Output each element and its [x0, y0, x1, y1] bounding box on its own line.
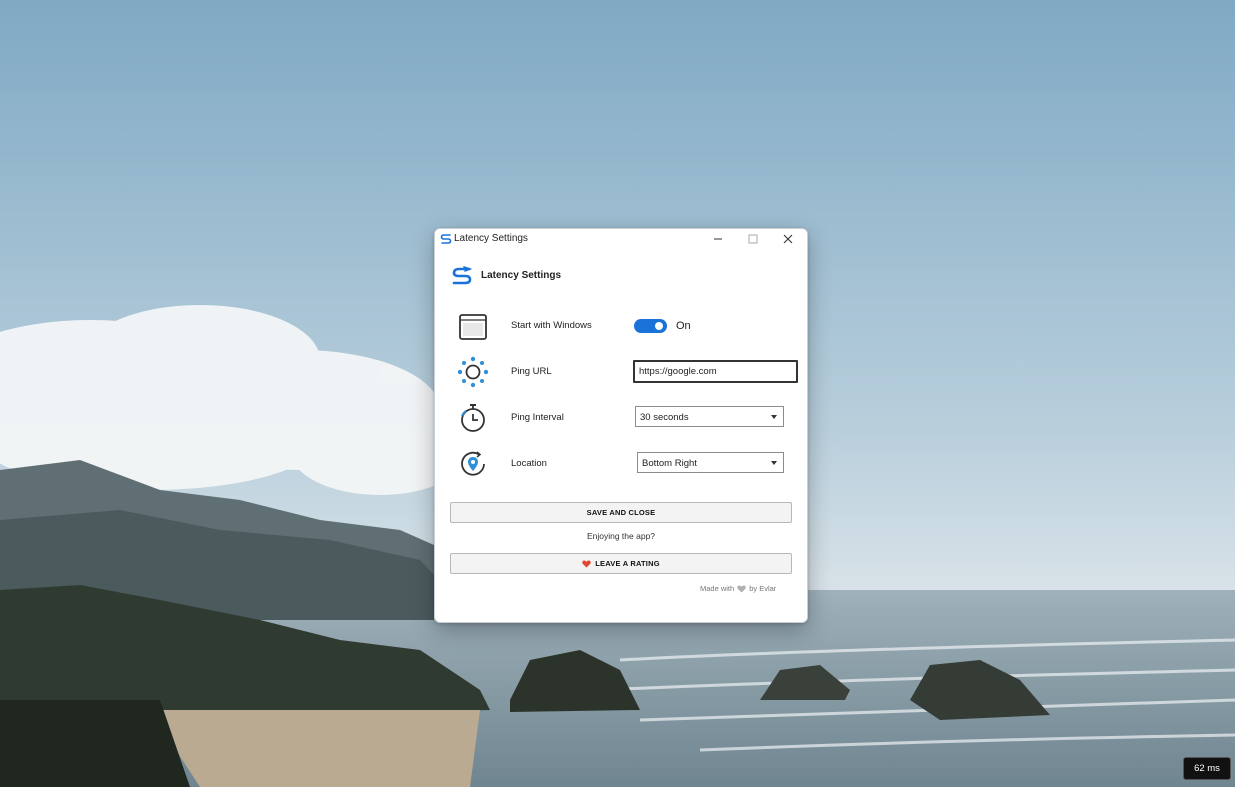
ping-interval-dropdown[interactable]: 30 seconds — [635, 406, 784, 427]
location-label: Location — [511, 458, 547, 469]
close-button[interactable] — [771, 229, 805, 249]
credit-suffix: by Evlar — [749, 584, 777, 593]
rate-button-label: LEAVE A RATING — [595, 559, 660, 568]
ping-url-input[interactable] — [633, 360, 798, 383]
ping-url-label: Ping URL — [511, 366, 552, 377]
enjoying-text: Enjoying the app? — [586, 531, 656, 541]
maximize-icon — [748, 234, 758, 244]
settings-window: Latency Settings Latency Settings Start … — [434, 228, 808, 623]
toggle-knob — [655, 322, 663, 330]
save-and-close-button[interactable]: SAVE AND CLOSE — [450, 502, 792, 523]
latency-app-icon — [440, 234, 452, 244]
page-title: Latency Settings — [481, 270, 562, 281]
start-with-windows-label: Start with Windows — [511, 320, 592, 331]
title-bar[interactable]: Latency Settings — [435, 229, 807, 249]
window-title: Latency Settings — [454, 233, 528, 244]
maximize-button[interactable] — [736, 229, 770, 249]
ping-interval-label: Ping Interval — [511, 412, 564, 423]
window-icon — [459, 314, 487, 340]
latency-logo-icon — [452, 266, 473, 285]
minimize-icon — [714, 238, 722, 240]
location-value: Bottom Right — [642, 458, 697, 469]
location-dropdown[interactable]: Bottom Right — [637, 452, 784, 473]
location-pin-icon — [461, 451, 485, 476]
start-with-windows-toggle[interactable] — [634, 319, 667, 333]
chevron-down-icon — [771, 461, 777, 465]
leave-rating-button[interactable]: LEAVE A RATING — [450, 553, 792, 574]
toggle-state-text: On — [676, 320, 691, 332]
stopwatch-icon — [461, 404, 485, 432]
minimize-button[interactable] — [701, 229, 735, 249]
network-gear-icon — [457, 356, 489, 388]
latency-tray-badge[interactable]: 62 ms — [1183, 757, 1231, 780]
credit-prefix: Made with — [700, 584, 735, 593]
ping-interval-value: 30 seconds — [640, 412, 689, 423]
chevron-down-icon — [771, 415, 777, 419]
heart-icon — [582, 559, 592, 568]
save-button-label: SAVE AND CLOSE — [586, 508, 656, 517]
credit-line: Made with by Evlar — [700, 584, 776, 593]
close-icon — [783, 234, 793, 244]
heart-icon — [737, 584, 746, 593]
